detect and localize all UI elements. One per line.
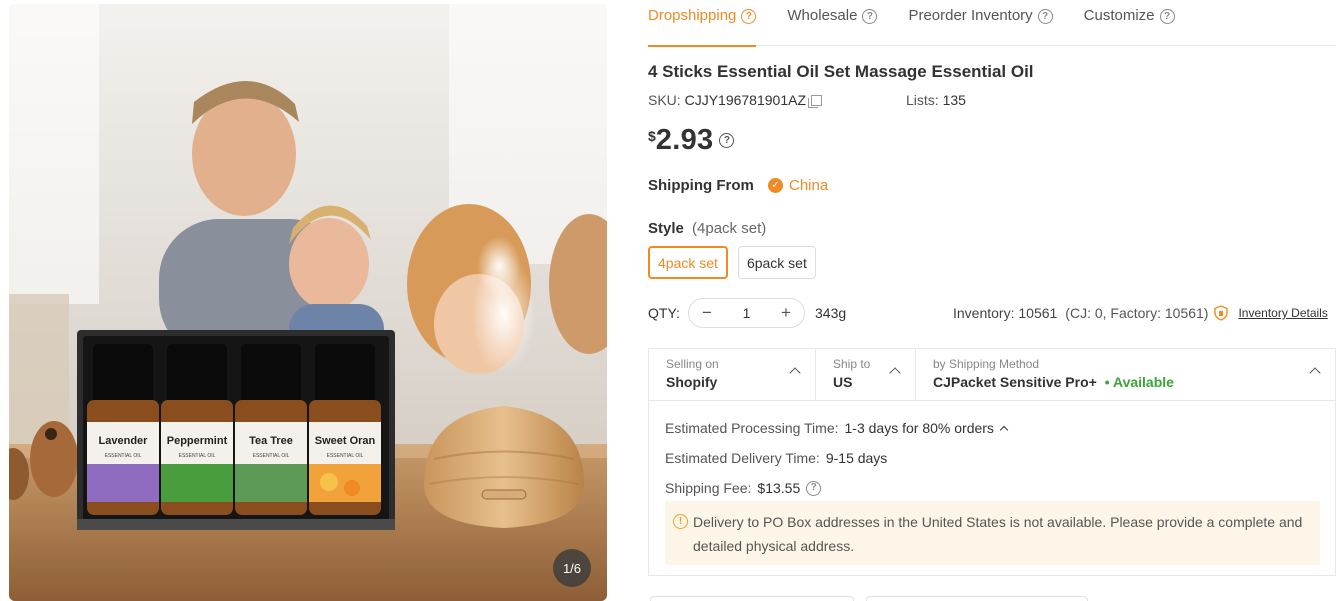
price-help-icon[interactable]: ? <box>719 133 735 148</box>
bottle-sublabel-3: ESSENTIAL OIL <box>253 453 290 459</box>
sku-label: SKU: <box>648 92 681 108</box>
shipping-method-caption: by Shipping Method <box>933 357 1040 371</box>
style-option-4pack[interactable]: 4pack set <box>648 246 728 279</box>
price-currency: $ <box>648 128 656 144</box>
shipping-estimates: Estimated Processing Time: 1-3 days for … <box>649 401 1335 503</box>
ship-to-dropdown[interactable]: Ship to US <box>816 349 916 400</box>
style-option-6pack[interactable]: 6pack set <box>737 246 816 279</box>
qty-decrease-button[interactable]: − <box>699 303 715 323</box>
style-selected: (4pack set) <box>692 220 767 237</box>
tab-preorder-inventory[interactable]: Preorder Inventory ? <box>908 0 1053 46</box>
bottle-label-1: Lavender <box>99 435 149 447</box>
help-icon[interactable]: ? <box>741 9 757 24</box>
product-details-panel: Dropshipping ? Wholesale ? Preorder Inve… <box>648 0 1336 601</box>
shipping-from-label: Shipping From <box>648 177 754 194</box>
product-weight: 343g <box>815 305 847 321</box>
chevron-up-icon[interactable] <box>999 425 1009 435</box>
shipping-method-name: CJPacket Sensitive Pro+ <box>933 374 1097 390</box>
inventory-breakdown: (CJ: 0, Factory: 10561) <box>1065 305 1209 321</box>
shipping-fee-value: $13.55 <box>757 480 801 496</box>
product-image[interactable]: Lavender Peppermint Tea Tree Sweet Oran … <box>9 4 607 601</box>
tab-label: Dropshipping <box>648 7 737 24</box>
copy-icon[interactable] <box>808 95 822 108</box>
po-box-notice: ! Delivery to PO Box addresses in the Un… <box>665 501 1320 565</box>
inventory-info: Inventory: 10561 (CJ: 0, Factory: 10561)… <box>953 305 1328 321</box>
lists-count: Lists: 135 <box>906 92 966 108</box>
ship-from-country: China <box>789 177 829 194</box>
action-button-partial[interactable] <box>650 596 854 601</box>
help-icon[interactable]: ? <box>1159 9 1175 24</box>
availability-status: • Available <box>1104 374 1174 390</box>
shipping-method-dropdown[interactable]: by Shipping Method CJPacket Sensitive Pr… <box>916 349 1335 400</box>
notice-text: Delivery to PO Box addresses in the Unit… <box>693 514 1303 554</box>
inventory-total: Inventory: 10561 <box>953 305 1058 321</box>
shield-icon <box>1214 305 1229 321</box>
shipping-fee-row: Shipping Fee: $13.55 ? <box>665 473 1335 503</box>
sku-line: SKU: CJJY196781901AZ <box>648 92 822 108</box>
quantity-stepper: − 1 + <box>688 298 805 328</box>
processing-time-label: Estimated Processing Time: <box>665 420 839 436</box>
action-button-partial[interactable] <box>866 596 1088 601</box>
tab-label: Preorder Inventory <box>908 7 1033 24</box>
product-price: $ 2.93 ? <box>648 124 735 157</box>
delivery-time-label: Estimated Delivery Time: <box>665 450 820 466</box>
tab-wholesale[interactable]: Wholesale ? <box>787 0 878 46</box>
style-label-text: Style <box>648 220 684 237</box>
bottle-sublabel-1: ESSENTIAL OIL <box>105 453 142 459</box>
lists-value: 135 <box>942 92 966 108</box>
shipping-selectors: Selling on Shopify Ship to US by Shippin… <box>649 349 1335 401</box>
ship-to-value: US <box>833 374 853 390</box>
selling-on-dropdown[interactable]: Selling on Shopify <box>649 349 816 400</box>
delivery-time-row: Estimated Delivery Time: 9-15 days <box>665 443 1335 473</box>
bottle-label-2: Peppermint <box>167 435 228 447</box>
purchase-mode-tabs: Dropshipping ? Wholesale ? Preorder Inve… <box>648 0 1336 47</box>
tab-label: Customize <box>1083 7 1155 24</box>
product-title: 4 Sticks Essential Oil Set Massage Essen… <box>648 62 1034 81</box>
qty-label: QTY: <box>648 305 680 321</box>
help-icon[interactable]: ? <box>806 480 822 496</box>
tab-label: Wholesale <box>787 7 858 24</box>
ship-from-country-option[interactable]: ✓ China <box>768 177 828 194</box>
image-counter: 1/6 <box>553 549 591 587</box>
shipping-box: Selling on Shopify Ship to US by Shippin… <box>648 348 1336 576</box>
bottle-sublabel-4: ESSENTIAL OIL <box>327 453 364 459</box>
qty-input[interactable]: 1 <box>743 305 751 321</box>
inventory-details-link[interactable]: Inventory Details <box>1238 306 1327 320</box>
help-icon[interactable]: ? <box>1037 9 1053 24</box>
check-icon: ✓ <box>768 178 783 193</box>
bottle-label-4: Sweet Oran <box>315 435 376 447</box>
shipping-method-value: CJPacket Sensitive Pro+ • Available <box>933 374 1335 390</box>
style-options: 4pack set 6pack set <box>648 246 826 279</box>
processing-time-row: Estimated Processing Time: 1-3 days for … <box>665 413 1335 443</box>
bottle-sublabel-2: ESSENTIAL OIL <box>179 453 216 459</box>
tab-dropshipping[interactable]: Dropshipping ? <box>648 0 757 47</box>
delivery-time-value: 9-15 days <box>825 450 888 466</box>
product-photo: Lavender Peppermint Tea Tree Sweet Oran … <box>9 4 607 601</box>
sku-value: CJJY196781901AZ <box>684 92 806 108</box>
qty-increase-button[interactable]: + <box>778 303 794 323</box>
ship-to-caption: Ship to <box>833 357 871 371</box>
help-icon[interactable]: ? <box>862 9 878 24</box>
processing-time-value: 1-3 days for 80% orders <box>844 420 994 436</box>
warning-icon: ! <box>673 514 688 529</box>
price-amount: 2.93 <box>655 124 714 156</box>
style-label: Style (4pack set) <box>648 220 766 237</box>
bottle-label-3: Tea Tree <box>249 435 293 447</box>
shipping-fee-label: Shipping Fee: <box>665 480 752 496</box>
lists-label: Lists: <box>906 92 939 108</box>
tab-customize[interactable]: Customize ? <box>1084 0 1175 46</box>
